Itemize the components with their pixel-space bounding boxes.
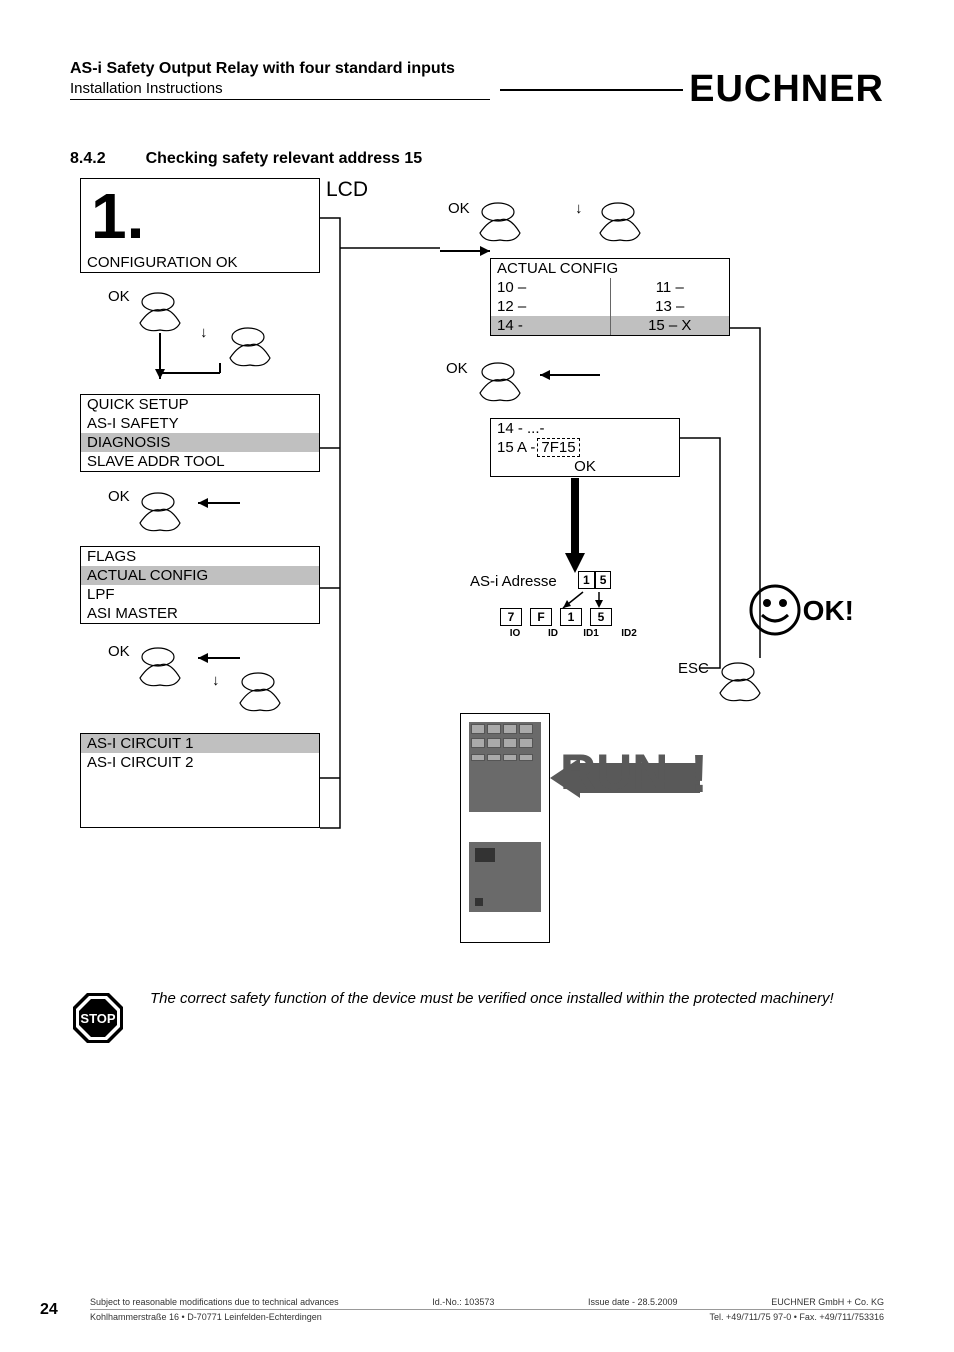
menu-item: AS-I CIRCUIT 2 — [81, 753, 319, 772]
actual-config-title: ACTUAL CONFIG — [491, 259, 729, 278]
id-label: ID2 — [614, 628, 644, 639]
hand-icon — [590, 198, 650, 248]
run-text: RUN — [560, 743, 668, 801]
arrow-icon — [190, 498, 240, 508]
section-title: Checking safety relevant address 15 — [146, 150, 423, 168]
id-label: ID1 — [576, 628, 606, 639]
config-cell: 12 – — [491, 297, 610, 316]
config-cell: 11 – — [611, 278, 730, 297]
addr-digit: 1 — [578, 571, 595, 589]
ok-label: OK — [108, 643, 130, 660]
brand-logo: EUCHNER — [689, 68, 884, 111]
arrow-icon — [190, 653, 240, 663]
config-cell: 10 – — [491, 278, 610, 297]
page-number: 24 — [40, 1301, 70, 1319]
menu-item: AS-I SAFETY — [81, 414, 319, 433]
footer-text: Issue date - 28.5.2009 — [588, 1297, 678, 1307]
footer-text: EUCHNER GmbH + Co. KG — [771, 1297, 884, 1307]
id-code-box: 7F15 — [537, 438, 579, 457]
config-cell-selected: 14 - — [491, 316, 610, 335]
run-excl: ! — [690, 743, 708, 805]
hand-icon — [470, 198, 530, 248]
footer-text: Kohlhammerstraße 16 • D-70771 Leinfelden… — [90, 1312, 322, 1322]
id-label: IO — [500, 628, 530, 639]
menu-item: FLAGS — [81, 547, 319, 566]
stop-sign-icon: STOP — [70, 990, 126, 1046]
detail-ok: OK — [491, 457, 679, 476]
hand-icon — [130, 488, 190, 538]
id-code: 1 — [560, 608, 582, 626]
arrow-icon — [530, 370, 600, 380]
config-cell: 13 – — [611, 297, 730, 316]
ok-label: OK — [108, 488, 130, 505]
doc-subtitle: Installation Instructions — [70, 80, 490, 100]
bracket-line — [320, 188, 350, 828]
ok-label: OK — [448, 200, 470, 217]
hand-icon — [220, 323, 280, 373]
menu-item: LPF — [81, 585, 319, 604]
menu-item: ASI MASTER — [81, 604, 319, 623]
ok-excl-text: OK! — [803, 595, 854, 627]
step-number: 1. — [81, 179, 319, 253]
menu-item: QUICK SETUP — [81, 395, 319, 414]
menu-item-selected: AS-I CIRCUIT 1 — [81, 734, 319, 753]
config-cell-selected: 15 – X — [611, 316, 730, 335]
hand-icon — [130, 288, 190, 338]
footer-text: Subject to reasonable modifications due … — [90, 1297, 339, 1307]
down-label: ↓ — [212, 672, 220, 689]
arrow-icon — [160, 333, 220, 393]
down-label: ↓ — [575, 200, 583, 217]
ok-label: OK — [108, 288, 130, 305]
id-code: 5 — [590, 608, 612, 626]
svg-text:STOP: STOP — [80, 1011, 115, 1026]
bracket-line — [730, 268, 780, 648]
arrow-icon — [440, 246, 500, 256]
id-code: F — [530, 608, 552, 626]
id-code: 7 — [500, 608, 522, 626]
detail-row: 15 A - — [491, 438, 535, 457]
thick-arrow-icon — [565, 478, 585, 573]
menu-item-selected: DIAGNOSIS — [81, 433, 319, 452]
hand-icon — [470, 358, 530, 408]
diagram: LCD 1. CONFIGURATION OK OK ↓ QUICK SETUP… — [70, 178, 884, 978]
hand-icon — [130, 643, 190, 693]
menu-item-selected: ACTUAL CONFIG — [81, 566, 319, 585]
section-number: 8.4.2 — [70, 150, 106, 168]
hand-icon — [230, 668, 290, 718]
footer-text: Id.-No.: 103573 — [432, 1297, 494, 1307]
config-ok-text: CONFIGURATION OK — [81, 253, 319, 272]
warning-text: The correct safety function of the devic… — [150, 990, 834, 1007]
address-label: AS-i Adresse — [470, 573, 557, 590]
id-label: ID — [538, 628, 568, 639]
ok-label: OK — [446, 360, 468, 377]
footer-text: Tel. +49/711/75 97-0 • Fax. +49/711/7533… — [710, 1312, 884, 1322]
addr-digit: 5 — [595, 571, 612, 589]
device-icon — [460, 713, 550, 943]
detail-row: 14 - ...- — [491, 419, 679, 438]
menu-item: SLAVE ADDR TOOL — [81, 452, 319, 471]
